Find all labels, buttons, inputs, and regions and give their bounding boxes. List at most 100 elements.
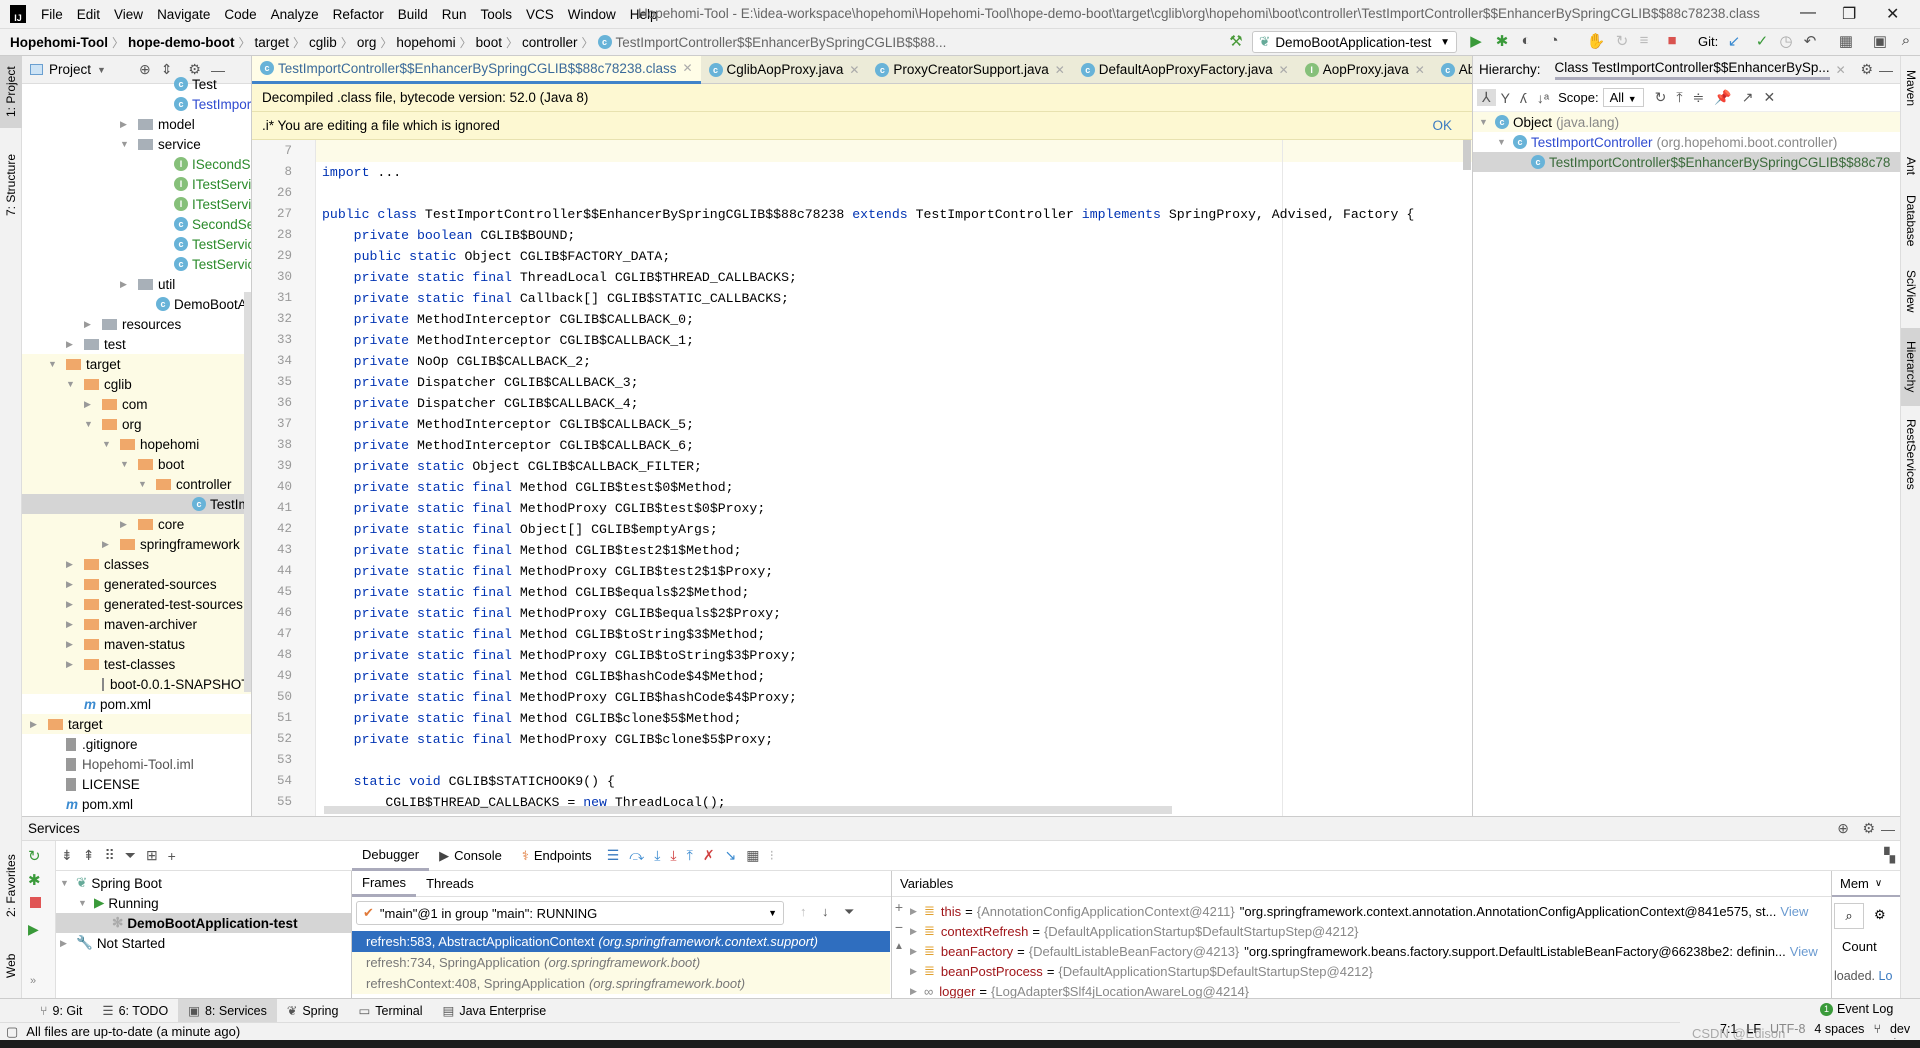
project-tree-item[interactable]: ▶ springframework (22, 534, 251, 554)
close-window-button[interactable]: ✕ (1886, 4, 1899, 24)
project-tree-item[interactable]: ▼ hopehomi (22, 434, 251, 454)
expand-arrow-icon[interactable]: ▶ (910, 906, 924, 917)
filter-icon[interactable]: ⏷ (120, 847, 141, 864)
step-out-icon[interactable]: ⤒ (682, 847, 698, 864)
profile-icon[interactable]: ◔ (1544, 32, 1564, 49)
bottom-tab[interactable]: ⑂ 9: Git (30, 999, 92, 1023)
hierarchy-item[interactable]: c TestImportController$$EnhancerBySpringC… (1473, 152, 1900, 172)
code-line[interactable]: private static final Method CGLIB$test$0… (322, 477, 734, 498)
project-tree-item[interactable]: m pom.xml (22, 694, 251, 714)
down-arrow-icon[interactable]: ↓ (822, 904, 829, 919)
sort-alpha-icon[interactable]: ↓ᵃ (1532, 90, 1554, 106)
code-line[interactable]: private static final MethodProxy CGLIB$t… (322, 645, 797, 666)
code-line[interactable]: private boolean CGLIB$BOUND; (322, 225, 576, 246)
project-tree-item[interactable]: ▶ test (22, 334, 251, 354)
git-branch[interactable]: dev (1890, 1022, 1910, 1036)
code-line[interactable]: private static Object CGLIB$CALLBACK_FIL… (322, 456, 702, 477)
project-tree-item[interactable]: ▶ model (22, 114, 251, 134)
code-line[interactable]: private static final Object[] CGLIB$empt… (322, 519, 718, 540)
code-line[interactable]: private static final MethodProxy CGLIB$e… (322, 603, 781, 624)
project-tree-item[interactable]: ▼ controller (22, 474, 251, 494)
view-link[interactable]: View (1790, 944, 1818, 959)
debug-icon[interactable]: ✱ (1492, 32, 1512, 50)
services-tree-item[interactable]: ▶ 🔧 Not Started (56, 933, 351, 953)
view-link[interactable]: View (1780, 904, 1808, 919)
breadcrumb-item[interactable]: hopehomi (396, 35, 459, 50)
export-icon[interactable]: ↗ (1737, 89, 1759, 106)
menu-navigate[interactable]: Navigate (150, 7, 217, 22)
code-line[interactable]: private MethodInterceptor CGLIB$CALLBACK… (322, 414, 694, 435)
project-tree-item[interactable]: ▶ maven-archiver (22, 614, 251, 634)
editor-tab[interactable]: c CglibAopProxy.java ✕ (701, 56, 868, 84)
breadcrumb-item[interactable]: hope-demo-boot (128, 35, 238, 50)
remove-watch-icon[interactable]: − (892, 917, 906, 937)
gear-icon[interactable]: ⚙ (1874, 907, 1886, 923)
project-tree-item[interactable]: c DemoBootApp (22, 294, 251, 314)
maximize-button[interactable]: ❐ (1842, 4, 1856, 24)
project-tree-item[interactable]: .gitignore (22, 734, 251, 754)
hierarchy-item[interactable]: ▼ c TestImportController (org.hopehomi.boot… (1473, 132, 1900, 152)
code-line[interactable]: private static final Method CGLIB$equals… (322, 582, 750, 603)
services-tree-item[interactable]: ▼ ▶ Running (56, 893, 351, 913)
expand-arrow-icon[interactable]: ▶ (910, 926, 924, 937)
code-line[interactable]: public static Object CGLIB$FACTORY_DATA; (322, 246, 671, 267)
code-line[interactable]: private MethodInterceptor CGLIB$CALLBACK… (322, 309, 694, 330)
variable-row[interactable]: ▶ ∞ logger = {LogAdapter$Slf4jLocationAwareL… (910, 981, 1249, 999)
git-commit-icon[interactable]: ✓ (1752, 32, 1772, 50)
indent-setting[interactable]: 4 spaces (1814, 1022, 1864, 1036)
step-icon[interactable]: ≡ (1634, 32, 1654, 49)
step-over-icon[interactable]: ⤓ (649, 847, 665, 864)
project-tree-item[interactable]: ▶ generated-test-sources (22, 594, 251, 614)
project-tree-item[interactable]: c TestService (22, 254, 251, 274)
hierarchy-item[interactable]: ▼ c Object (java.lang) (1473, 112, 1900, 132)
reload-icon[interactable]: ↻ (1612, 32, 1632, 50)
project-scrollbar[interactable] (244, 292, 251, 692)
collapse-all-icon[interactable]: ⇞ (78, 847, 100, 864)
history-icon[interactable]: ◷ (1776, 32, 1796, 50)
code-line[interactable]: import ... (322, 162, 401, 183)
project-tree-item[interactable]: ▶ target (22, 714, 251, 734)
variable-row[interactable]: ▶ ≣ beanFactory = {DefaultListableBeanFactor… (910, 941, 1818, 961)
project-tree-item[interactable]: ▼ boot (22, 454, 251, 474)
add-icon[interactable]: + (163, 848, 181, 864)
code-area[interactable]: 7 8 26 27 28 29 30 31 32 33 34 35 36 37 38 39 40 41 42 43 44… (252, 140, 1472, 816)
locate-icon[interactable]: ⊕ (1832, 820, 1854, 837)
tab-debugger[interactable]: Debugger (352, 841, 430, 871)
project-tree-item[interactable]: c TestImport (22, 94, 251, 114)
hide-icon[interactable]: — (1874, 62, 1898, 78)
build-icon[interactable]: ⚒ (1226, 32, 1246, 50)
code-line[interactable]: private static final MethodProxy CGLIB$h… (322, 687, 797, 708)
project-tree-item[interactable]: ▼ target (22, 354, 251, 374)
breadcrumb-item[interactable]: target (255, 35, 294, 50)
menu-file[interactable]: File (34, 7, 70, 22)
code-line[interactable]: private static final MethodProxy CGLIB$t… (322, 498, 766, 519)
variable-row[interactable]: ▶ ≣ this = {AnnotationConfigApplicationConte… (910, 901, 1808, 921)
expand-all-icon[interactable]: ≑ (1688, 89, 1710, 106)
run-icon[interactable]: ▶ (1466, 32, 1486, 50)
stripe-sciview[interactable]: SciView (1901, 268, 1920, 314)
event-log-button[interactable]: 1 Event Log (1820, 1002, 1893, 1016)
tab-frames[interactable]: Frames (352, 871, 417, 897)
coverage-icon[interactable]: ◐ (1516, 32, 1536, 49)
scope-select[interactable]: All ▼ (1602, 88, 1644, 107)
close-tab-icon[interactable]: ✕ (1279, 63, 1289, 77)
run-to-cursor-icon[interactable]: ↘ (720, 847, 742, 864)
search-icon[interactable]: ⌕ (1896, 32, 1916, 49)
supertypes-icon[interactable]: ⅄ (1477, 89, 1496, 106)
close-tab-icon[interactable]: ✕ (1055, 63, 1065, 77)
close-tab-icon[interactable]: ✕ (1415, 63, 1425, 77)
menu-tools[interactable]: Tools (474, 7, 520, 22)
expand-arrow-icon[interactable]: ▶ (910, 946, 924, 957)
services-tree-item[interactable]: ✻ DemoBootApplication-test (56, 913, 351, 933)
code-line[interactable]: public class TestImportController$$Enhan… (322, 204, 1414, 225)
tab-endpoints[interactable]: ⚕ Endpoints (512, 841, 602, 871)
code-line[interactable]: private static final ThreadLocal CGLIB$T… (322, 267, 797, 288)
debug-icon[interactable]: ✱ (28, 871, 41, 889)
menu-view[interactable]: View (107, 7, 150, 22)
project-structure-icon[interactable]: ▦ (1836, 32, 1856, 50)
project-tree-item[interactable]: m pom.xml (22, 794, 251, 814)
stripe-project[interactable]: 1: Project (0, 56, 22, 128)
project-tree-item[interactable]: ▶ maven-status (22, 634, 251, 654)
memory-search-icon[interactable]: ⌕ (1834, 903, 1864, 929)
code-line[interactable]: private static final MethodProxy CGLIB$c… (322, 729, 774, 750)
